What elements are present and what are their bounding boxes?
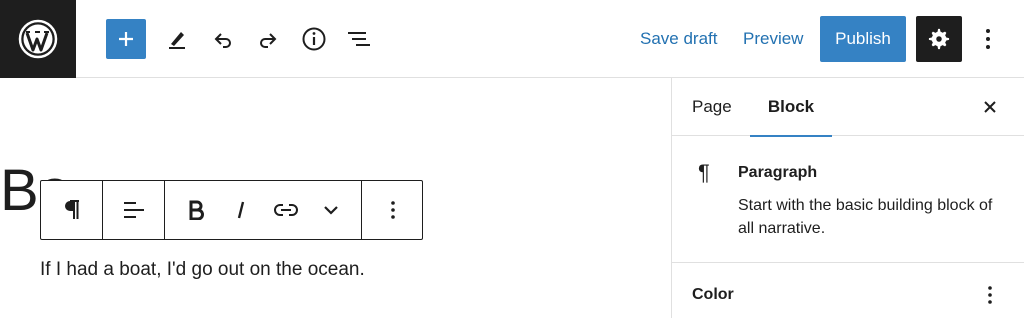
more-formats-button[interactable] bbox=[308, 181, 353, 239]
editor-canvas[interactable]: Bo If I had a boat, I'd go out on the oc… bbox=[0, 78, 671, 318]
editor-header: Save draft Preview Publish bbox=[0, 0, 1024, 78]
gear-icon bbox=[928, 28, 950, 50]
link-icon bbox=[273, 204, 298, 216]
close-sidebar-button[interactable] bbox=[976, 93, 1004, 121]
options-group bbox=[362, 181, 423, 239]
block-type-group bbox=[41, 181, 103, 239]
close-icon bbox=[984, 101, 996, 113]
color-panel-title: Color bbox=[692, 286, 734, 303]
info-icon bbox=[302, 27, 326, 51]
tab-block[interactable]: Block bbox=[750, 78, 832, 137]
more-vertical-icon bbox=[986, 29, 990, 49]
settings-sidebar: Page Block ¶ Paragraph Start with the ba… bbox=[671, 78, 1024, 318]
more-vertical-icon bbox=[390, 201, 395, 219]
align-group bbox=[103, 181, 165, 239]
undo-button[interactable] bbox=[203, 19, 243, 59]
pen-icon bbox=[169, 32, 185, 49]
undo-icon bbox=[214, 33, 231, 48]
block-card: ¶ Paragraph Start with the basic buildin… bbox=[672, 136, 1024, 263]
preview-button[interactable]: Preview bbox=[743, 29, 803, 49]
block-card-description: Start with the basic building block of a… bbox=[738, 197, 993, 237]
list-view-button[interactable] bbox=[339, 19, 379, 59]
bold-icon bbox=[189, 200, 204, 220]
more-vertical-icon bbox=[988, 286, 992, 304]
options-menu-button[interactable] bbox=[972, 19, 1004, 59]
align-icon bbox=[123, 202, 144, 218]
bold-button[interactable] bbox=[173, 181, 218, 239]
paragraph-icon: ¶ bbox=[698, 160, 710, 185]
align-button[interactable] bbox=[103, 181, 164, 239]
plus-icon bbox=[119, 32, 133, 46]
color-options-button[interactable] bbox=[976, 281, 1004, 309]
wordpress-logo-icon bbox=[18, 19, 58, 59]
sidebar-tabs: Page Block bbox=[672, 78, 1024, 137]
details-button[interactable] bbox=[294, 19, 334, 59]
link-button[interactable] bbox=[263, 181, 308, 239]
chevron-down-icon bbox=[323, 206, 338, 215]
format-group bbox=[165, 181, 362, 239]
settings-button[interactable] bbox=[916, 16, 962, 62]
block-type-button[interactable] bbox=[41, 181, 102, 239]
save-draft-button[interactable]: Save draft bbox=[640, 29, 718, 49]
tab-page[interactable]: Page bbox=[692, 78, 732, 136]
italic-icon bbox=[237, 201, 244, 219]
color-panel[interactable]: Color bbox=[672, 263, 1024, 318]
list-view-icon bbox=[348, 32, 370, 46]
wordpress-logo[interactable] bbox=[0, 0, 76, 78]
italic-button[interactable] bbox=[218, 181, 263, 239]
publish-button[interactable]: Publish bbox=[820, 16, 906, 62]
block-options-button[interactable] bbox=[362, 181, 423, 239]
block-inserter-button[interactable] bbox=[106, 19, 146, 59]
block-card-title: Paragraph bbox=[738, 164, 818, 181]
paragraph-icon bbox=[64, 200, 79, 219]
tools-button[interactable] bbox=[157, 19, 197, 59]
paragraph-block[interactable]: If I had a boat, I'd go out on the ocean… bbox=[40, 259, 365, 281]
redo-icon bbox=[260, 33, 277, 48]
block-toolbar bbox=[40, 180, 423, 240]
redo-button[interactable] bbox=[248, 19, 288, 59]
